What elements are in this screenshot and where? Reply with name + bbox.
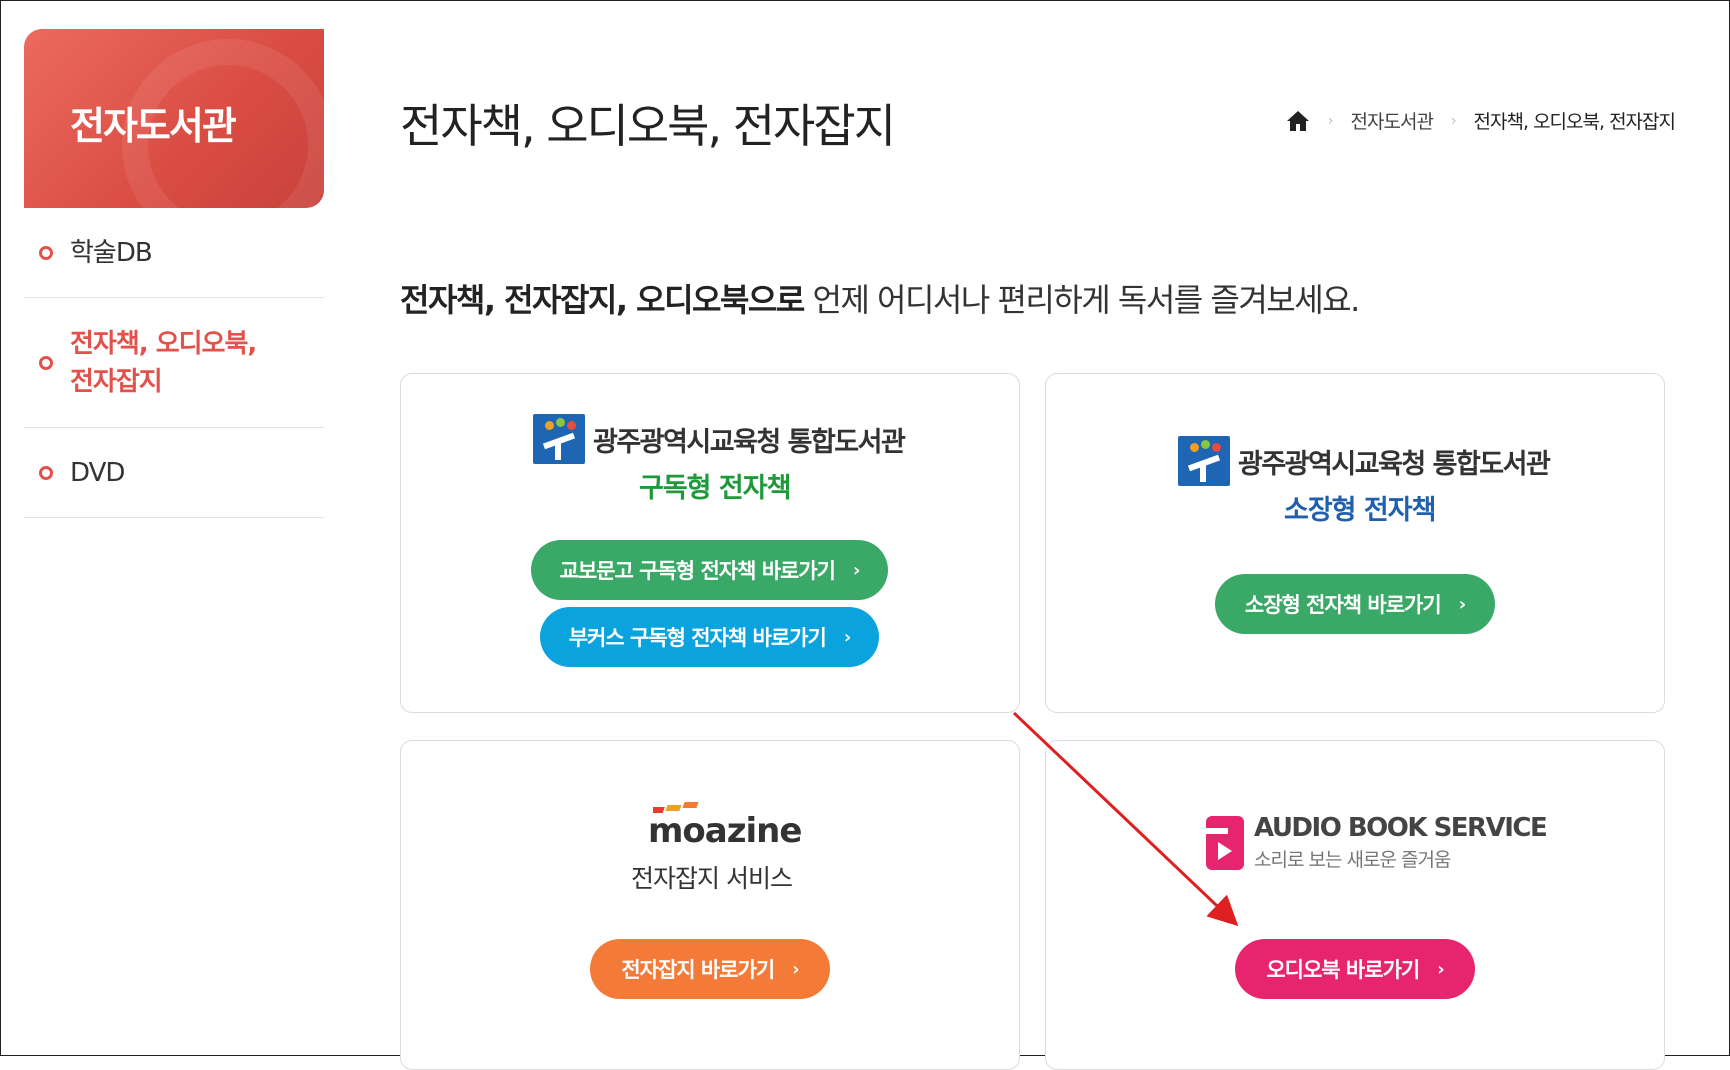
card-subscription-ebook: 광주광역시교육청 통합도서관 구독형 전자책 교보문고 구독형 전자책 바로가기… bbox=[400, 373, 1020, 713]
card-subtitle: 전자잡지 서비스 bbox=[631, 864, 793, 893]
owned-ebook-button[interactable]: 소장형 전자책 바로가기 › bbox=[1215, 574, 1495, 634]
chevron-right-icon: › bbox=[1437, 958, 1444, 980]
home-icon[interactable] bbox=[1286, 110, 1310, 132]
sidebar-item-dvd[interactable]: DVD bbox=[24, 428, 324, 518]
library-name: 광주광역시교육청 통합도서관 bbox=[1238, 448, 1551, 480]
sidebar-item-label: 학술DB bbox=[70, 237, 153, 268]
sidebar-item-label: DVD bbox=[70, 457, 125, 488]
moazine-logo-text: moazine bbox=[648, 811, 802, 851]
library-emblem-icon bbox=[1178, 436, 1230, 486]
circle-bullet-icon bbox=[39, 465, 53, 480]
chevron-right-icon: › bbox=[1327, 112, 1334, 129]
sidebar-item-academic-db[interactable]: 학술DB bbox=[24, 208, 324, 298]
sidebar-title: 전자도서관 bbox=[70, 104, 237, 148]
chevron-right-icon: › bbox=[853, 559, 860, 581]
chevron-right-icon: › bbox=[792, 958, 799, 980]
sidebar-item-ebook-audiobook-emagazine[interactable]: 전자책, 오디오북, 전자잡지 bbox=[24, 298, 324, 428]
card-subtitle: 구독형 전자책 bbox=[639, 473, 791, 504]
emagazine-button[interactable]: 전자잡지 바로가기 › bbox=[590, 939, 830, 999]
intro-bold: 전자책, 전자잡지, 오디오북으로 bbox=[400, 281, 805, 319]
card-owned-ebook: 광주광역시교육청 통합도서관 소장형 전자책 소장형 전자책 바로가기 › bbox=[1045, 373, 1665, 713]
breadcrumb: › 전자도서관 › 전자책, 오디오북, 전자잡지 bbox=[1286, 107, 1676, 134]
sidebar-header: 전자도서관 bbox=[24, 29, 324, 208]
chevron-right-icon: › bbox=[843, 626, 851, 648]
audiobook-button[interactable]: 오디오북 바로가기 › bbox=[1235, 939, 1475, 999]
audiobook-play-icon bbox=[1206, 815, 1244, 870]
library-emblem-icon bbox=[533, 414, 585, 464]
kyobo-ebook-button[interactable]: 교보문고 구독형 전자책 바로가기 › bbox=[531, 540, 888, 600]
card-emagazine: moazine 전자잡지 서비스 전자잡지 바로가기 › bbox=[400, 740, 1020, 1070]
audiobook-logo: AUDIO BOOK SERVICE 소리로 보는 새로운 즐거움 bbox=[1206, 813, 1548, 872]
intro-rest: 언제 어디서나 편리하게 독서를 즐겨보세요. bbox=[803, 281, 1361, 319]
circle-bullet-icon bbox=[39, 245, 53, 260]
library-logo: 광주광역시교육청 통합도서관 bbox=[533, 414, 906, 464]
circle-bullet-icon bbox=[39, 355, 53, 370]
intro-text: 전자책, 전자잡지, 오디오북으로 언제 어디서나 편리하게 독서를 즐겨보세요… bbox=[400, 275, 1361, 321]
card-subtitle: 소장형 전자책 bbox=[1284, 495, 1436, 526]
chevron-right-icon: › bbox=[1458, 593, 1466, 615]
sidebar-item-label: 전자책, 오디오북, 전자잡지 bbox=[70, 328, 257, 397]
breadcrumb-current: 전자책, 오디오북, 전자잡지 bbox=[1473, 111, 1676, 133]
sidebar-menu: 학술DB 전자책, 오디오북, 전자잡지 DVD bbox=[24, 208, 324, 518]
bookers-ebook-button[interactable]: 부커스 구독형 전자책 바로가기 › bbox=[540, 607, 879, 667]
chevron-right-icon: › bbox=[1450, 112, 1457, 129]
audiobook-logo-title: AUDIO BOOK SERVICE bbox=[1254, 813, 1548, 843]
breadcrumb-item[interactable]: 전자도서관 bbox=[1351, 107, 1434, 134]
library-logo: 광주광역시교육청 통합도서관 bbox=[1178, 436, 1551, 486]
audiobook-logo-subtitle: 소리로 보는 새로운 즐거움 bbox=[1254, 849, 1451, 871]
card-audiobook: AUDIO BOOK SERVICE 소리로 보는 새로운 즐거움 오디오북 바… bbox=[1045, 740, 1665, 1070]
page-title: 전자책, 오디오북, 전자잡지 bbox=[400, 99, 896, 153]
library-name: 광주광역시교육청 통합도서관 bbox=[593, 426, 906, 458]
